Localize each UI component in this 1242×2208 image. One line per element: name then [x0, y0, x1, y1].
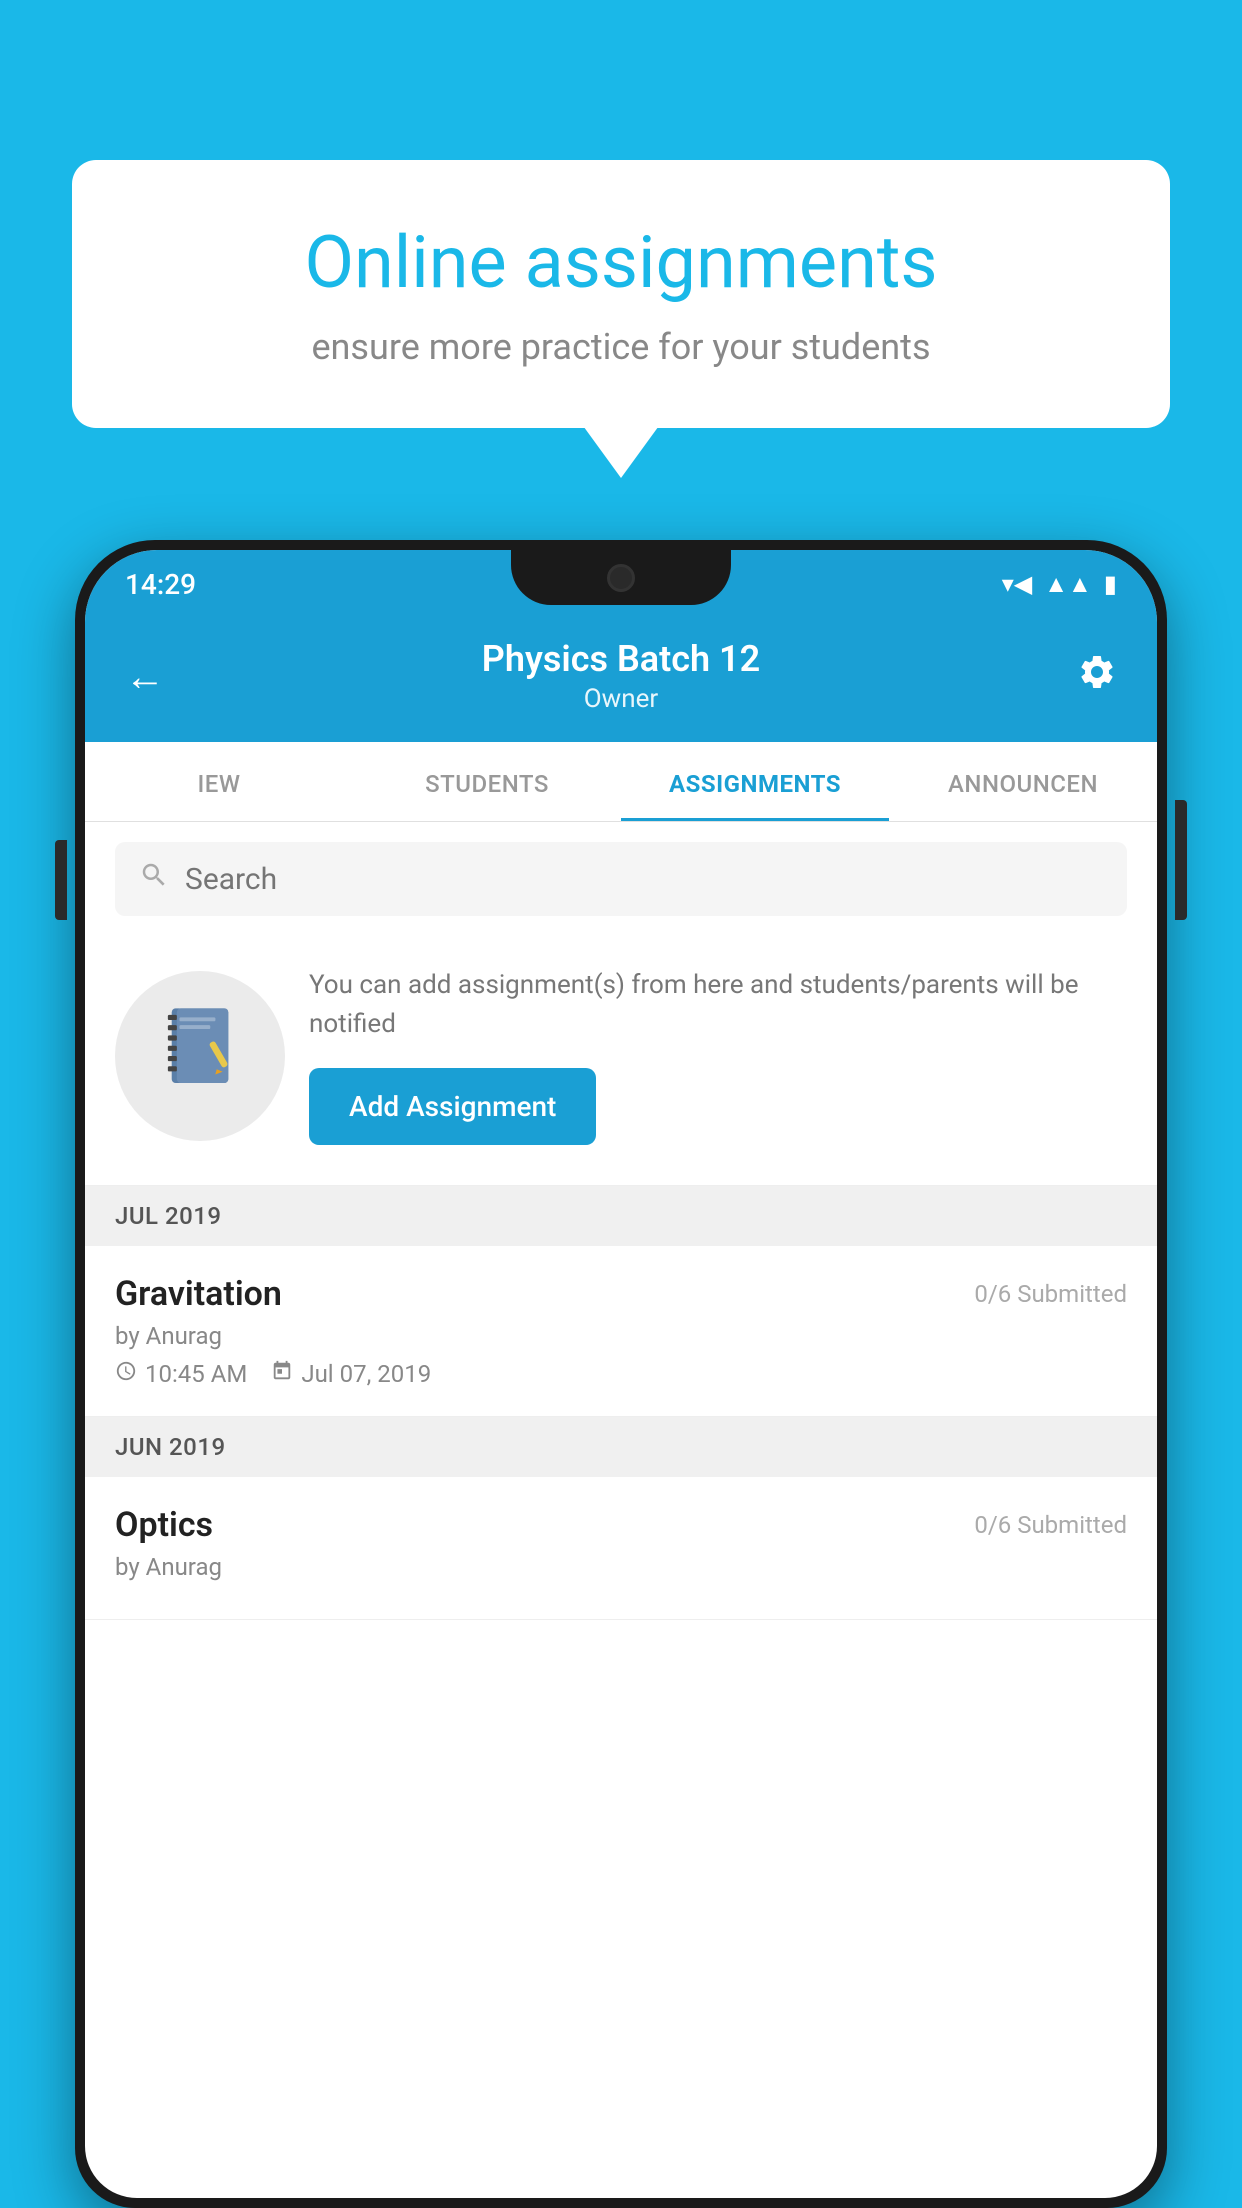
tab-assignments[interactable]: ASSIGNMENTS — [621, 742, 889, 821]
app-header: ← Physics Batch 12 Owner — [85, 618, 1157, 742]
assignment-datetime: 10:45 AM Jul 07, 2019 — [115, 1360, 1127, 1388]
tab-iew[interactable]: IEW — [85, 742, 353, 821]
notebook-icon — [160, 1002, 240, 1110]
tab-students[interactable]: STUDENTS — [353, 742, 621, 821]
assignment-submitted-optics: 0/6 Submitted — [974, 1511, 1127, 1539]
search-input[interactable] — [185, 862, 1103, 897]
assignment-time: 10:45 AM — [115, 1360, 247, 1388]
phone-screen: 14:29 ▾◀ ▲▲ ▮ ← Physics Batch 12 Owner — [85, 550, 1157, 2198]
month-separator-jul: JUL 2019 — [85, 1186, 1157, 1246]
assignment-date-value: Jul 07, 2019 — [301, 1360, 431, 1388]
header-title-area: Physics Batch 12 Owner — [165, 638, 1077, 714]
assignment-row-title-optics: Optics 0/6 Submitted — [115, 1505, 1127, 1545]
assignment-item-optics[interactable]: Optics 0/6 Submitted by Anurag — [85, 1477, 1157, 1620]
calendar-icon — [271, 1360, 293, 1388]
settings-button[interactable] — [1077, 652, 1117, 701]
power-button — [1175, 800, 1187, 920]
assignment-title-optics: Optics — [115, 1505, 213, 1545]
search-container — [85, 822, 1157, 936]
assignment-title: Gravitation — [115, 1274, 282, 1314]
tab-announcements[interactable]: ANNOUNCEN — [889, 742, 1157, 821]
promo-description: You can add assignment(s) from here and … — [309, 966, 1127, 1044]
batch-title: Physics Batch 12 — [165, 638, 1077, 680]
tabs-bar: IEW STUDENTS ASSIGNMENTS ANNOUNCEN — [85, 742, 1157, 822]
signal-icon: ▲▲ — [1044, 570, 1092, 599]
phone-mockup: 14:29 ▾◀ ▲▲ ▮ ← Physics Batch 12 Owner — [75, 540, 1167, 2208]
assignment-date: Jul 07, 2019 — [271, 1360, 431, 1388]
front-camera — [607, 564, 635, 592]
promo-text-area: You can add assignment(s) from here and … — [309, 966, 1127, 1145]
wifi-icon: ▾◀ — [1002, 570, 1033, 598]
promo-icon-circle — [115, 971, 285, 1141]
clock-icon — [115, 1360, 137, 1388]
promo-subtitle: ensure more practice for your students — [142, 326, 1100, 368]
search-wrapper[interactable] — [115, 842, 1127, 916]
promo-title: Online assignments — [142, 220, 1100, 306]
speech-bubble: Online assignments ensure more practice … — [72, 160, 1170, 428]
assignment-row-title: Gravitation 0/6 Submitted — [115, 1274, 1127, 1314]
search-icon — [139, 860, 169, 898]
status-icons: ▾◀ ▲▲ ▮ — [1002, 570, 1117, 599]
volume-button — [55, 840, 67, 920]
assignment-item-gravitation[interactable]: Gravitation 0/6 Submitted by Anurag 10:4… — [85, 1246, 1157, 1417]
back-button[interactable]: ← — [125, 653, 165, 700]
phone-notch — [511, 550, 731, 605]
assignment-by: by Anurag — [115, 1322, 1127, 1350]
add-assignment-button[interactable]: Add Assignment — [309, 1068, 596, 1145]
batch-role: Owner — [165, 684, 1077, 714]
assignment-by-optics: by Anurag — [115, 1553, 1127, 1581]
status-time: 14:29 — [125, 568, 196, 601]
assignment-submitted: 0/6 Submitted — [974, 1280, 1127, 1308]
promo-section: You can add assignment(s) from here and … — [85, 936, 1157, 1186]
month-separator-jun: JUN 2019 — [85, 1417, 1157, 1477]
assignment-time-value: 10:45 AM — [145, 1360, 247, 1388]
promo-card: Online assignments ensure more practice … — [72, 160, 1170, 428]
battery-icon: ▮ — [1104, 570, 1117, 598]
